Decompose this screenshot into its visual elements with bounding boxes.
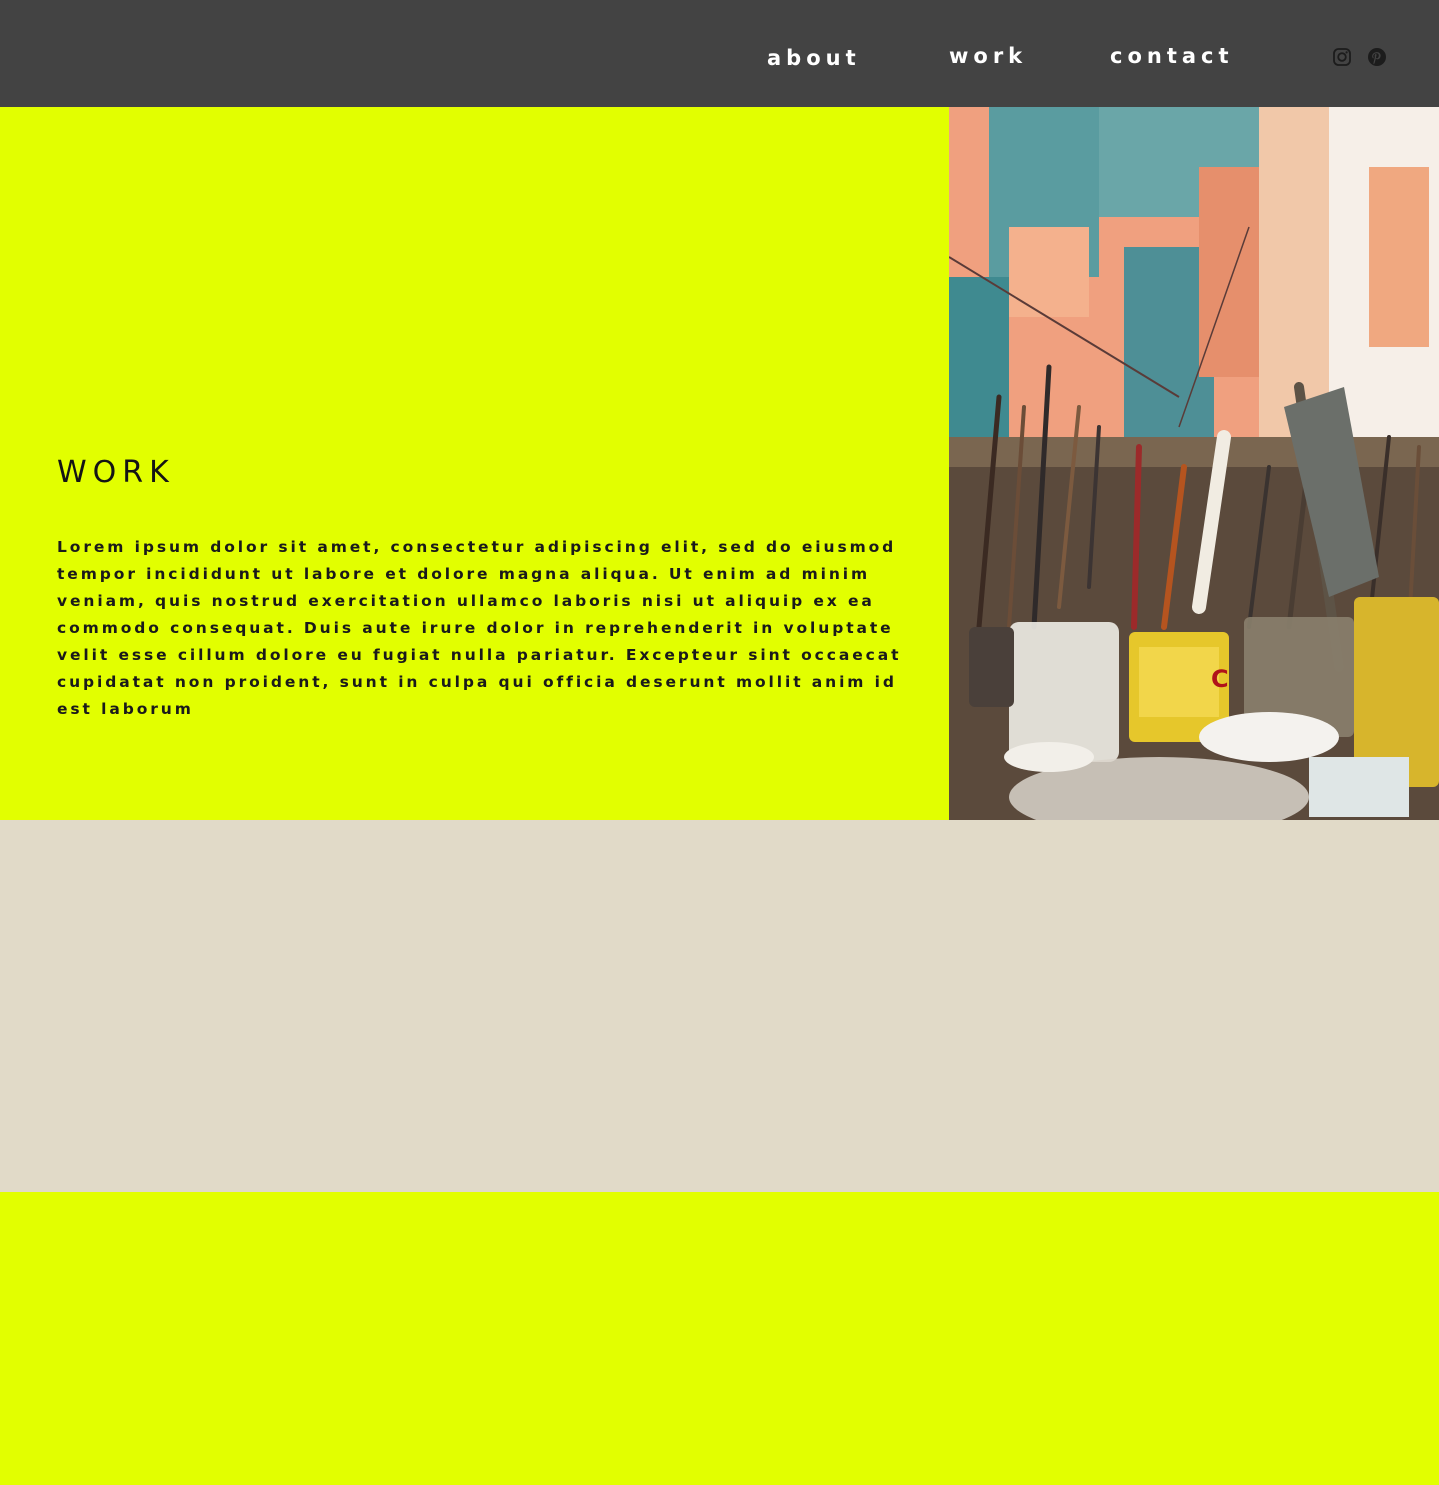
work-hero-section: WORK Lorem ipsum dolor sit amet, consect… bbox=[0, 107, 1439, 820]
hero-text-panel: WORK Lorem ipsum dolor sit amet, consect… bbox=[0, 107, 949, 820]
art-studio-photo: C bbox=[949, 107, 1439, 820]
hero-body-text: Lorem ipsum dolor sit amet, consectetur … bbox=[57, 538, 902, 718]
nav-link-about[interactable]: about bbox=[767, 48, 861, 69]
lime-content-band bbox=[0, 1192, 1439, 1485]
pinterest-icon[interactable] bbox=[1367, 47, 1387, 67]
instagram-icon[interactable] bbox=[1332, 47, 1352, 67]
top-navigation-bar: about work contact bbox=[0, 0, 1439, 107]
beige-content-band bbox=[0, 820, 1439, 1192]
nav-link-contact[interactable]: contact bbox=[1110, 46, 1234, 67]
paint-supplies-illustration: C bbox=[949, 107, 1439, 820]
page-title: WORK bbox=[57, 455, 175, 490]
svg-text:C: C bbox=[1211, 665, 1229, 693]
nav-link-work[interactable]: work bbox=[949, 46, 1027, 67]
